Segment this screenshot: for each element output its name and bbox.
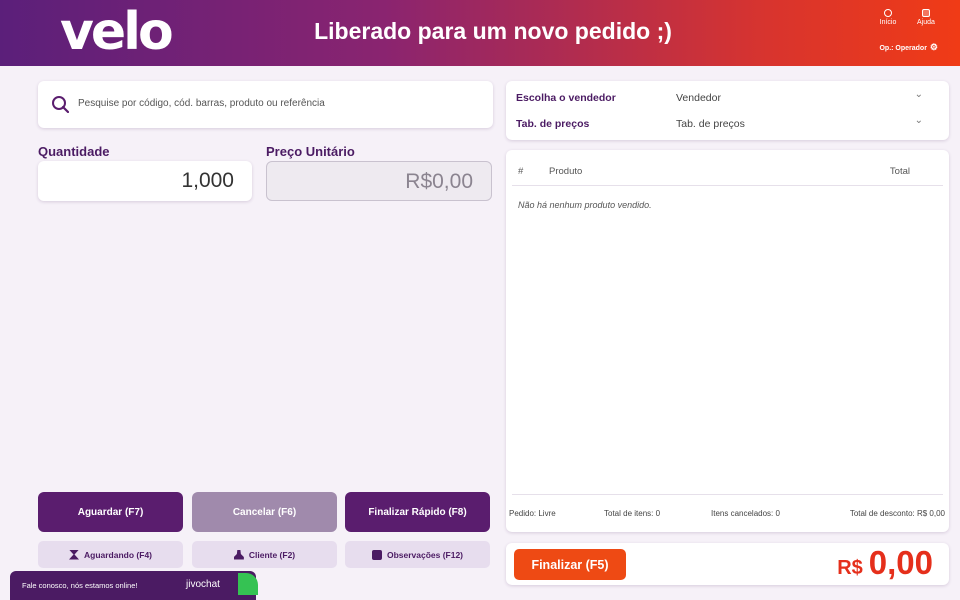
quantity-value: 1,000 xyxy=(181,169,234,192)
person-icon xyxy=(233,549,244,560)
chat-widget[interactable]: Fale conosco, nós estamos online! jivoch… xyxy=(10,571,258,600)
column-header-total: Total xyxy=(889,166,910,177)
cliente-button[interactable]: Cliente (F2) xyxy=(192,541,337,568)
product-search-box[interactable]: Pesquise por código, cód. barras, produt… xyxy=(38,81,493,128)
observacoes-button[interactable]: Observações (F12) xyxy=(345,541,490,568)
unit-price-field: R$0,00 xyxy=(266,161,492,201)
price-table-value: Tab. de preços xyxy=(676,118,745,130)
aguardar-button[interactable]: Aguardar (F7) xyxy=(38,492,183,532)
table-divider xyxy=(512,185,943,186)
chat-status-indicator xyxy=(238,573,258,595)
search-icon xyxy=(52,96,69,113)
operator-menu[interactable]: Op.: Operador ⚙ xyxy=(879,42,938,53)
home-icon xyxy=(884,9,892,17)
gear-icon: ⚙ xyxy=(929,42,938,52)
status-title: Liberado para um novo pedido ;) xyxy=(314,18,672,44)
operator-label: Op.: Operador xyxy=(879,45,927,52)
help-icon xyxy=(922,9,930,17)
aguardando-button[interactable]: Aguardando (F4) xyxy=(38,541,183,568)
aguardando-label: Aguardando (F4) xyxy=(84,549,152,560)
items-table: # Produto Total Não há nenhum produto ve… xyxy=(506,150,949,532)
cliente-label: Cliente (F2) xyxy=(248,549,296,560)
inicio-label: Início xyxy=(879,19,897,26)
chevron-down-icon: ⌄ xyxy=(914,89,923,100)
finalizar-button[interactable]: Finalizar (F5) xyxy=(514,549,626,580)
inicio-button[interactable]: Início xyxy=(873,9,903,26)
header-bar: velo Liberado para um novo pedido ;) Iní… xyxy=(0,0,960,66)
chat-message: Fale conosco, nós estamos online! xyxy=(22,581,138,590)
column-header-number: # xyxy=(518,166,524,177)
total-panel: Finalizar (F5) R$ 0,00 xyxy=(506,543,949,585)
pedido-status: Pedido: Livre xyxy=(509,509,556,518)
note-icon xyxy=(371,549,382,560)
footer-divider xyxy=(512,494,943,495)
chat-brand-logo: jivochat xyxy=(186,579,220,590)
seller-panel: Escolha o vendedor Vendedor ⌄ Tab. de pr… xyxy=(506,81,949,140)
itens-cancelados: Itens cancelados: 0 xyxy=(711,509,780,518)
seller-label: Escolha o vendedor xyxy=(516,92,616,104)
total-itens: Total de itens: 0 xyxy=(604,509,661,518)
cancelar-button[interactable]: Cancelar (F6) xyxy=(192,492,337,532)
ajuda-label: Ajuda xyxy=(917,19,935,26)
empty-table-message: Não há nenhum produto vendido. xyxy=(518,200,652,210)
total-desconto: Total de desconto: R$ 0,00 xyxy=(849,509,945,518)
hourglass-icon xyxy=(69,549,79,560)
seller-select[interactable]: Escolha o vendedor Vendedor ⌄ xyxy=(516,89,923,106)
unit-price-value: R$0,00 xyxy=(405,170,473,193)
finalizar-rapido-button[interactable]: Finalizar Rápido (F8) xyxy=(345,492,490,532)
total-amount: 0,00 xyxy=(868,544,933,581)
column-header-produto: Produto xyxy=(549,166,583,177)
seller-value: Vendedor xyxy=(676,92,721,104)
search-input[interactable]: Pesquise por código, cód. barras, produt… xyxy=(78,98,325,109)
quantity-field[interactable]: 1,000 xyxy=(38,161,252,201)
quantity-label: Quantidade xyxy=(38,144,110,159)
price-table-select[interactable]: Tab. de preços Tab. de preços ⌄ xyxy=(516,115,923,132)
ajuda-button[interactable]: Ajuda xyxy=(911,9,941,26)
price-table-label: Tab. de preços xyxy=(516,118,590,130)
order-total: R$ 0,00 xyxy=(837,544,933,582)
chevron-down-icon: ⌄ xyxy=(914,115,923,126)
unit-price-label: Preço Unitário xyxy=(266,144,355,159)
total-currency: R$ xyxy=(837,557,863,579)
observacoes-label: Observações (F12) xyxy=(386,549,464,560)
